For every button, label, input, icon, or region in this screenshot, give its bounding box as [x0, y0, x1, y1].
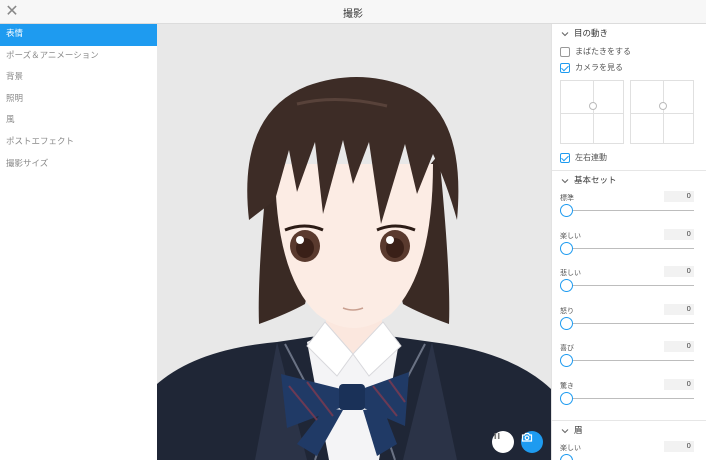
blink-checkbox-row[interactable]: まばたきをする — [552, 44, 706, 60]
slider-row: 楽しい 0 — [552, 228, 706, 267]
slider-knob[interactable] — [560, 391, 573, 405]
eye-direction-pads — [560, 80, 706, 150]
slider-track[interactable] — [566, 322, 694, 324]
pause-button[interactable] — [492, 431, 514, 453]
sidebar-item-lighting[interactable]: 照明 — [0, 89, 157, 111]
avatar-render — [157, 77, 551, 460]
camera-icon — [521, 432, 533, 442]
slider-value[interactable]: 0 — [664, 191, 694, 202]
chevron-down-icon — [561, 179, 569, 184]
brow-section-header[interactable]: 眉 — [552, 421, 706, 441]
direction-handle[interactable] — [589, 102, 597, 110]
sidebar-item-wind[interactable]: 風 — [0, 110, 157, 132]
slider-label: 悲しい — [560, 269, 581, 277]
section-title: 眉 — [574, 426, 583, 436]
slider-track[interactable] — [566, 210, 694, 211]
slider-label: 楽しい — [560, 444, 581, 452]
section-title: 目の動き — [574, 29, 609, 39]
slider-track[interactable] — [566, 360, 694, 361]
slider-value[interactable]: 0 — [664, 228, 694, 240]
look-camera-checkbox-row[interactable]: カメラを見る — [552, 60, 706, 76]
sync-checkbox-row[interactable]: 左右連動 — [552, 150, 706, 166]
sync-checkbox[interactable] — [560, 153, 570, 163]
slider-knob[interactable] — [560, 316, 573, 330]
slider-knob[interactable] — [560, 279, 573, 292]
capture-button[interactable] — [521, 431, 543, 453]
slider-value[interactable]: 0 — [664, 341, 694, 352]
section-title: 基本セット — [574, 176, 617, 186]
slider-label: 怒り — [560, 306, 574, 315]
checkbox-label: 左右連動 — [575, 153, 607, 162]
slider-value[interactable]: 0 — [664, 378, 694, 390]
slider-knob[interactable] — [560, 354, 573, 367]
direction-handle[interactable] — [659, 102, 667, 110]
chevron-down-icon — [561, 32, 569, 37]
chevron-down-icon — [561, 429, 569, 434]
basic-set-section-header[interactable]: 基本セット — [552, 171, 706, 191]
left-eye-direction-pad[interactable] — [560, 80, 624, 144]
eye-movement-section-header[interactable]: 目の動き — [552, 24, 706, 44]
sidebar-item-background[interactable]: 背景 — [0, 67, 157, 89]
category-sidebar: 表情 ポーズ＆アニメーション 背景 照明 風 ポストエフェクト 撮影サイズ — [0, 24, 157, 460]
slider-label: 楽しい — [560, 231, 581, 240]
slider-track[interactable] — [566, 397, 694, 399]
slider-knob[interactable] — [560, 204, 573, 217]
slider-label: 驚き — [560, 381, 574, 390]
title-bar: ✕ 撮影 — [0, 0, 706, 24]
avatar-viewport[interactable] — [157, 24, 551, 460]
slider-row: 楽しい 0 — [552, 441, 706, 460]
slider-row: 怒り 0 — [552, 303, 706, 342]
checkbox-label: カメラを見る — [575, 63, 623, 72]
expression-panel: 目の動き まばたきをする カメラを見る 左右連動 基本セット 標準 0 楽しい … — [551, 24, 706, 460]
slider-label: 標準 — [560, 194, 574, 202]
slider-value[interactable]: 0 — [664, 266, 694, 277]
checkbox-label: まばたきをする — [575, 47, 631, 56]
look-camera-checkbox[interactable] — [560, 63, 570, 73]
slider-value[interactable]: 0 — [664, 303, 694, 315]
sidebar-item-pose-animation[interactable]: ポーズ＆アニメーション — [0, 46, 157, 68]
slider-knob[interactable] — [560, 241, 573, 255]
sidebar-item-post-effect[interactable]: ポストエフェクト — [0, 132, 157, 154]
slider-row: 標準 0 — [552, 191, 706, 229]
slider-track[interactable] — [566, 247, 694, 249]
slider-track[interactable] — [566, 285, 694, 286]
slider-knob[interactable] — [560, 454, 573, 460]
slider-row: 喜び 0 — [552, 341, 706, 379]
slider-label: 喜び — [560, 344, 574, 352]
sidebar-item-expression[interactable]: 表情 — [0, 24, 157, 46]
blink-checkbox[interactable] — [560, 47, 570, 57]
slider-row: 悲しい 0 — [552, 266, 706, 304]
pause-icon — [494, 433, 500, 439]
window-title: 撮影 — [343, 9, 363, 20]
slider-row: 驚き 0 — [552, 378, 706, 417]
sidebar-item-capture-size[interactable]: 撮影サイズ — [0, 154, 157, 176]
slider-value[interactable]: 0 — [664, 441, 694, 452]
right-eye-direction-pad[interactable] — [630, 80, 694, 144]
